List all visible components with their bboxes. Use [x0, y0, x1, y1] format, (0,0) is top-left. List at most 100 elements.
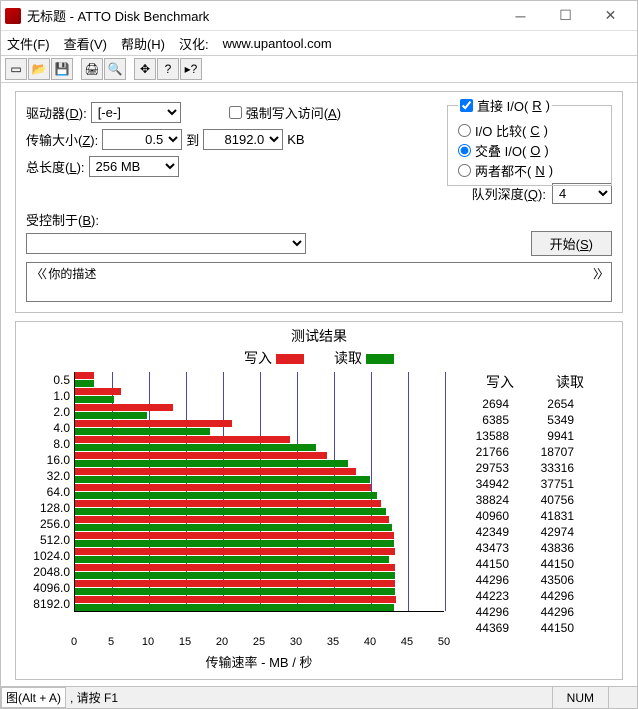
new-icon[interactable]: ▭: [5, 58, 27, 80]
menu-url[interactable]: www.upantool.com: [223, 36, 332, 51]
bar-write: [75, 436, 290, 443]
values-head-read: 读取: [514, 372, 584, 392]
help-icon[interactable]: ?: [157, 58, 179, 80]
queue-select[interactable]: 4: [552, 183, 612, 204]
menu-help[interactable]: 帮助(H): [121, 34, 165, 53]
bar-write: [75, 404, 173, 411]
bar-read: [75, 412, 147, 419]
table-row: 2176618707: [444, 444, 604, 460]
direct-io-checkbox[interactable]: 直接 I/O(R): [460, 96, 550, 115]
bar-read: [75, 556, 389, 563]
bar-read: [75, 540, 394, 547]
table-row: 4429644296: [444, 604, 604, 620]
titlebar: 无标题 - ATTO Disk Benchmark ─ ☐ ✕: [1, 1, 637, 31]
bar-write: [75, 484, 371, 491]
statusbar: 图(Alt + A) , 请按 F1 NUM: [1, 686, 637, 708]
menubar: 文件(F) 查看(V) 帮助(H) 汉化: www.upantool.com: [1, 31, 637, 55]
xfer-from-select[interactable]: 0.5: [102, 129, 182, 150]
preview-icon[interactable]: 🔍: [104, 58, 126, 80]
start-button[interactable]: 开始(S): [531, 231, 612, 256]
table-row: 135889941: [444, 428, 604, 444]
print-icon[interactable]: 🖨: [81, 58, 103, 80]
drive-label: 驱动器(D):: [26, 103, 87, 122]
table-row: 4347343836: [444, 540, 604, 556]
bar-write: [75, 452, 327, 459]
length-select[interactable]: 256 MB: [89, 156, 179, 177]
chart-legend: 写入 读取: [24, 348, 614, 368]
table-row: 4096041831: [444, 508, 604, 524]
to-label: 到: [186, 130, 199, 149]
bar-read: [75, 460, 348, 467]
menu-view[interactable]: 查看(V): [64, 34, 107, 53]
bar-read: [75, 492, 377, 499]
values-table: 写入 读取 2694265463855349135889941217661870…: [444, 372, 604, 636]
bar-read: [75, 428, 210, 435]
bar-read: [75, 604, 394, 611]
status-num: NUM: [552, 687, 608, 708]
bar-read: [75, 444, 316, 451]
bar-read: [75, 572, 395, 579]
bar-read: [75, 476, 370, 483]
bar-write: [75, 516, 389, 523]
move-icon[interactable]: ✥: [134, 58, 156, 80]
toolbar: ▭ 📂 💾 🖨 🔍 ✥ ? ▸?: [1, 55, 637, 83]
bar-write: [75, 596, 396, 603]
context-help-icon[interactable]: ▸?: [180, 58, 202, 80]
overlap-io-radio[interactable]: 交叠 I/O(O): [458, 141, 601, 160]
bar-write: [75, 548, 395, 555]
bar-read: [75, 380, 94, 387]
status-left[interactable]: 图(Alt + A): [1, 687, 66, 708]
menu-file[interactable]: 文件(F): [7, 34, 50, 53]
table-row: 4429643506: [444, 572, 604, 588]
table-row: 2975333316: [444, 460, 604, 476]
neither-radio[interactable]: 两者都不(N): [458, 161, 601, 180]
xfer-label: 传输大小(Z):: [26, 130, 98, 149]
settings-panel: 驱动器(D): [-e-] 强制写入访问(A) 传输大小(Z): 0.5 到 8…: [15, 91, 623, 313]
bar-read: [75, 524, 392, 531]
menu-han-label: 汉化:: [179, 34, 209, 53]
force-write-checkbox[interactable]: 强制写入访问(A): [229, 103, 341, 122]
table-row: 4436944150: [444, 620, 604, 636]
bar-write: [75, 580, 395, 587]
controlled-label: 受控制于(B):: [26, 210, 99, 229]
xfer-to-select[interactable]: 8192.0: [203, 129, 283, 150]
chart-x-axis: 05101520253035404550: [74, 636, 444, 650]
save-icon[interactable]: 💾: [51, 58, 73, 80]
bar-write: [75, 564, 395, 571]
table-row: 3882440756: [444, 492, 604, 508]
kb-label: KB: [287, 132, 304, 147]
chart-x-label: 传输速率 - MB / 秒: [74, 652, 444, 671]
values-head-write: 写入: [444, 372, 514, 392]
results-title: 测试结果: [24, 326, 614, 346]
app-icon: [5, 8, 21, 24]
description-box[interactable]: 〈〈 你的描述 〉〉: [26, 262, 612, 302]
chart-area: [74, 372, 444, 612]
close-button[interactable]: ✕: [588, 2, 633, 30]
controlled-select[interactable]: [26, 233, 306, 254]
status-mid: , 请按 F1: [66, 689, 552, 706]
length-label: 总长度(L):: [26, 157, 85, 176]
table-row: 4422344296: [444, 588, 604, 604]
table-row: 63855349: [444, 412, 604, 428]
bar-read: [75, 396, 114, 403]
results-panel: 测试结果 写入 读取 0.51.02.04.08.016.032.064.012…: [15, 321, 623, 680]
bar-write: [75, 468, 356, 475]
minimize-button[interactable]: ─: [498, 2, 543, 30]
direct-io-fieldset: 直接 I/O(R) I/O 比较(C) 交叠 I/O(O) 两者都不(N): [447, 96, 612, 186]
bar-write: [75, 372, 94, 379]
bar-write: [75, 420, 232, 427]
io-compare-radio[interactable]: I/O 比较(C): [458, 121, 601, 140]
table-row: 4415044150: [444, 556, 604, 572]
window-title: 无标题 - ATTO Disk Benchmark: [27, 6, 498, 25]
chart-y-labels: 0.51.02.04.08.016.032.064.0128.0256.0512…: [24, 372, 74, 636]
table-row: 26942654: [444, 396, 604, 412]
maximize-button[interactable]: ☐: [543, 2, 588, 30]
bar-read: [75, 588, 395, 595]
drive-select[interactable]: [-e-]: [91, 102, 181, 123]
table-row: 4234942974: [444, 524, 604, 540]
bar-write: [75, 532, 394, 539]
bar-write: [75, 500, 381, 507]
bar-read: [75, 508, 386, 515]
table-row: 3494237751: [444, 476, 604, 492]
open-icon[interactable]: 📂: [28, 58, 50, 80]
